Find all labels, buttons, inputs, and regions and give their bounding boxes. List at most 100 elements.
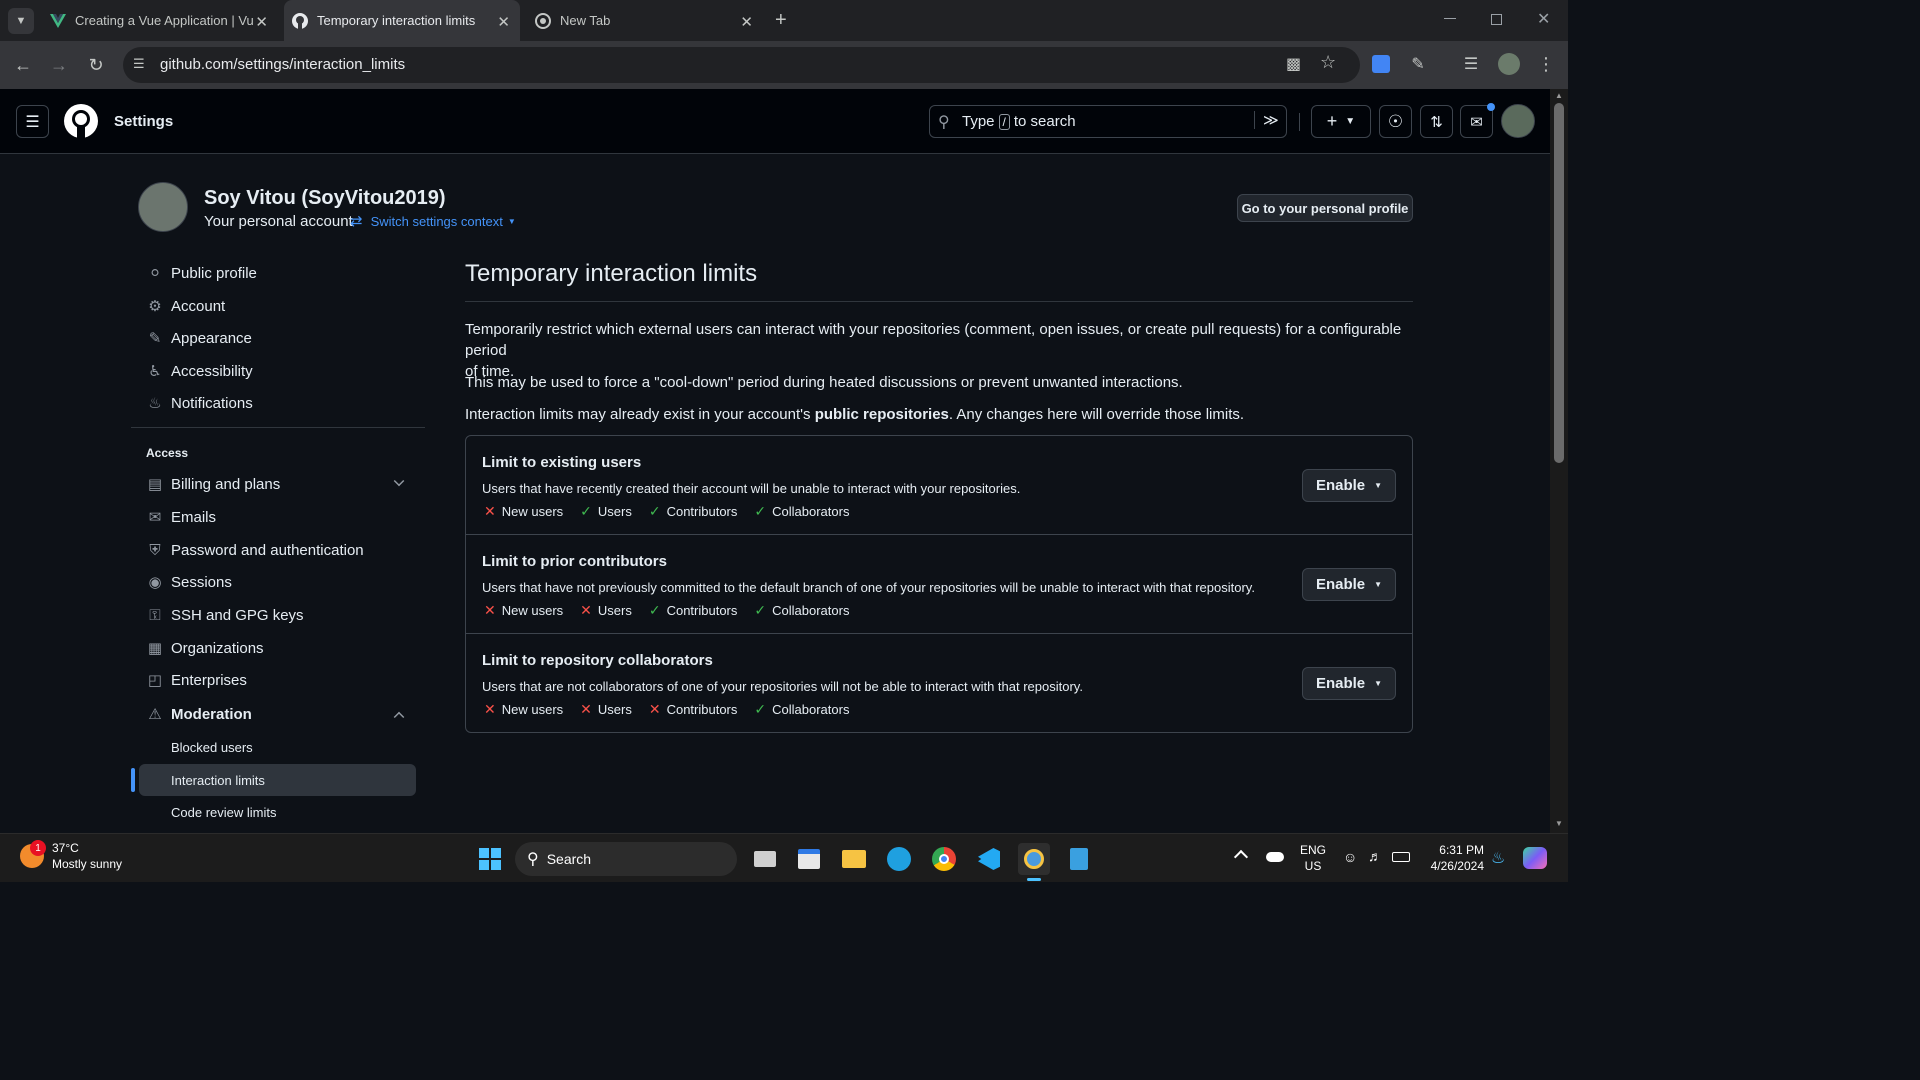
forward-arrow-icon[interactable]: →	[47, 53, 71, 77]
check-collaborators: ✓ Collaborators	[754, 503, 849, 520]
sidebar-item-sessions[interactable]: ◉ Sessions	[146, 567, 232, 597]
extensions-icon[interactable]: ✎	[1407, 53, 1429, 75]
credit-card-icon: ▤	[147, 476, 163, 493]
sidebar-subitem-code-review-limits[interactable]: Code review limits	[171, 805, 276, 820]
close-icon[interactable]: ✕	[497, 13, 510, 31]
battery-icon[interactable]	[1392, 852, 1410, 862]
sidebar-item-ssh-gpg[interactable]: ⚿ SSH and GPG keys	[146, 600, 303, 630]
intro-text-3-post: . Any changes here will override those l…	[948, 406, 1245, 423]
issues-icon[interactable]: ☉	[1379, 105, 1412, 138]
page-scrollbar[interactable]: ▲ ▼	[1550, 89, 1568, 833]
check-label: Contributors	[666, 603, 738, 618]
window-close-icon[interactable]: ✕	[1537, 9, 1550, 29]
copilot-icon[interactable]	[1523, 847, 1547, 869]
clock-date: 4/26/2024	[1430, 859, 1484, 873]
check-users: ✕ Users	[580, 701, 632, 718]
sidebar-subitem-interaction-limits-label: Interaction limits	[171, 773, 265, 788]
url-text[interactable]: github.com/settings/interaction_limits	[160, 56, 405, 73]
address-bar[interactable]: ☰ github.com/settings/interaction_limits…	[123, 47, 1360, 83]
chrome-taskbar-icon[interactable]	[928, 843, 960, 875]
tab-title: Creating a Vue Application | Vu	[75, 13, 254, 28]
sidebar-item-enterprises[interactable]: ◰ Enterprises	[146, 665, 247, 695]
enable-button[interactable]: Enable ▼	[1302, 667, 1396, 700]
pull-requests-icon[interactable]: ⇅	[1420, 105, 1453, 138]
sidebar-subitem-blocked-users[interactable]: Blocked users	[171, 740, 253, 755]
enable-button[interactable]: Enable ▼	[1302, 568, 1396, 601]
sidebar-item-password[interactable]: ⛨ Password and authentication	[146, 535, 363, 565]
weather-badge: 1	[30, 840, 46, 856]
tab-vue[interactable]: Creating a Vue Application | Vu ✕	[42, 0, 278, 41]
new-tab-icon[interactable]: +	[775, 9, 787, 32]
menu-kebab-icon[interactable]: ⋮	[1535, 53, 1557, 75]
google-translate-icon[interactable]	[1370, 53, 1392, 75]
scroll-down-icon[interactable]: ▼	[1555, 819, 1563, 828]
reload-icon[interactable]: ↻	[84, 53, 108, 77]
create-new-button[interactable]: + ▼	[1311, 105, 1371, 138]
taskbar-search-box[interactable]: ⚲ Search	[515, 842, 737, 876]
profile-avatar-icon[interactable]	[1498, 53, 1520, 75]
enable-label: Enable	[1315, 675, 1366, 692]
sidebar-heading-access: Access	[146, 446, 189, 460]
search-key-hint: /	[998, 113, 1010, 130]
sidebar-item-public-profile[interactable]: ⚪ Public profile	[146, 258, 257, 288]
enable-button[interactable]: Enable ▼	[1302, 469, 1396, 502]
sidebar-item-emails[interactable]: ✉ Emails	[146, 502, 216, 532]
chevron-up-icon[interactable]	[393, 711, 405, 723]
sidebar-item-appearance[interactable]: ✎ Appearance	[146, 323, 252, 353]
windows-start-icon[interactable]	[474, 843, 506, 875]
user-avatar[interactable]	[1501, 104, 1535, 138]
tab-new-tab[interactable]: New Tab ✕	[527, 0, 763, 41]
lang-2: US	[1304, 859, 1322, 873]
tab-interaction-limits[interactable]: Temporary interaction limits ✕	[284, 0, 520, 41]
clock[interactable]: 6:31 PM 4/26/2024	[1426, 842, 1484, 874]
edge-icon[interactable]	[883, 843, 915, 875]
sidebar-item-accessibility[interactable]: ♿ Accessibility	[146, 356, 252, 386]
chevron-up-icon[interactable]	[1233, 849, 1249, 865]
minimize-icon[interactable]	[1444, 18, 1456, 19]
check-icon: ✓	[648, 602, 661, 618]
sidebar-item-notifications[interactable]: ♨ Notifications	[146, 388, 253, 418]
wifi-icon[interactable]: ☺	[1343, 849, 1357, 865]
close-icon[interactable]: ✕	[255, 13, 268, 31]
sidebar-item-billing[interactable]: ▤ Billing and plans	[146, 469, 280, 499]
install-app-icon[interactable]: ▩	[1286, 54, 1301, 74]
weather-widget[interactable]: 1 37°C Mostly sunny	[20, 840, 122, 872]
command-palette-icon[interactable]: ≫	[1254, 111, 1279, 129]
go-to-profile-button[interactable]: Go to your personal profile	[1237, 194, 1413, 222]
notification-bell-icon[interactable]: ♨	[1491, 848, 1505, 868]
interaction-limits-box: Limit to existing users Users that have …	[465, 435, 1413, 733]
volume-icon[interactable]: ♬	[1368, 848, 1382, 864]
chevron-down-icon[interactable]	[393, 475, 405, 487]
task-view-icon[interactable]	[749, 843, 781, 875]
restore-icon[interactable]	[1491, 14, 1502, 25]
media-control-icon[interactable]: ☰	[1460, 53, 1482, 75]
switch-context-link[interactable]: ⇄ Switch settings context ▼	[350, 212, 516, 230]
back-arrow-icon[interactable]: ←	[11, 53, 35, 77]
vscode-icon[interactable]	[973, 843, 1005, 875]
sidebar-item-label: Sessions	[171, 573, 232, 591]
scrollbar-thumb[interactable]	[1554, 103, 1564, 463]
sidebar-item-moderation[interactable]: ⚠ Moderation	[146, 699, 252, 729]
sidebar-item-label: Notifications	[171, 394, 253, 412]
organization-icon: ▦	[147, 640, 163, 657]
public-repositories-text: public repositories	[814, 406, 949, 423]
language-indicator[interactable]: ENG US	[1300, 842, 1326, 874]
site-info-icon[interactable]: ☰	[133, 56, 145, 72]
tab-search-button[interactable]: ▼	[8, 8, 34, 34]
github-icon	[292, 12, 308, 29]
file-explorer-icon[interactable]	[838, 843, 870, 875]
microsoft-store-icon[interactable]	[793, 843, 825, 875]
sidebar-item-organizations[interactable]: ▦ Organizations	[146, 633, 264, 663]
notepad-icon[interactable]	[1063, 843, 1095, 875]
close-icon[interactable]: ✕	[740, 13, 753, 31]
search-input[interactable]: ⚲ Type / to search ≫	[929, 105, 1287, 138]
onedrive-icon[interactable]	[1266, 852, 1284, 862]
github-logo-icon[interactable]	[64, 104, 98, 143]
weather-desc: Mostly sunny	[52, 857, 123, 871]
sidebar-item-account[interactable]: ⚙ Account	[146, 291, 225, 321]
hamburger-menu-icon[interactable]: ☰	[16, 105, 49, 138]
active-app-icon[interactable]	[1018, 843, 1050, 875]
scroll-up-icon[interactable]: ▲	[1555, 91, 1563, 100]
bookmark-star-icon[interactable]: ☆	[1320, 52, 1336, 73]
check-label: New users	[501, 603, 564, 618]
